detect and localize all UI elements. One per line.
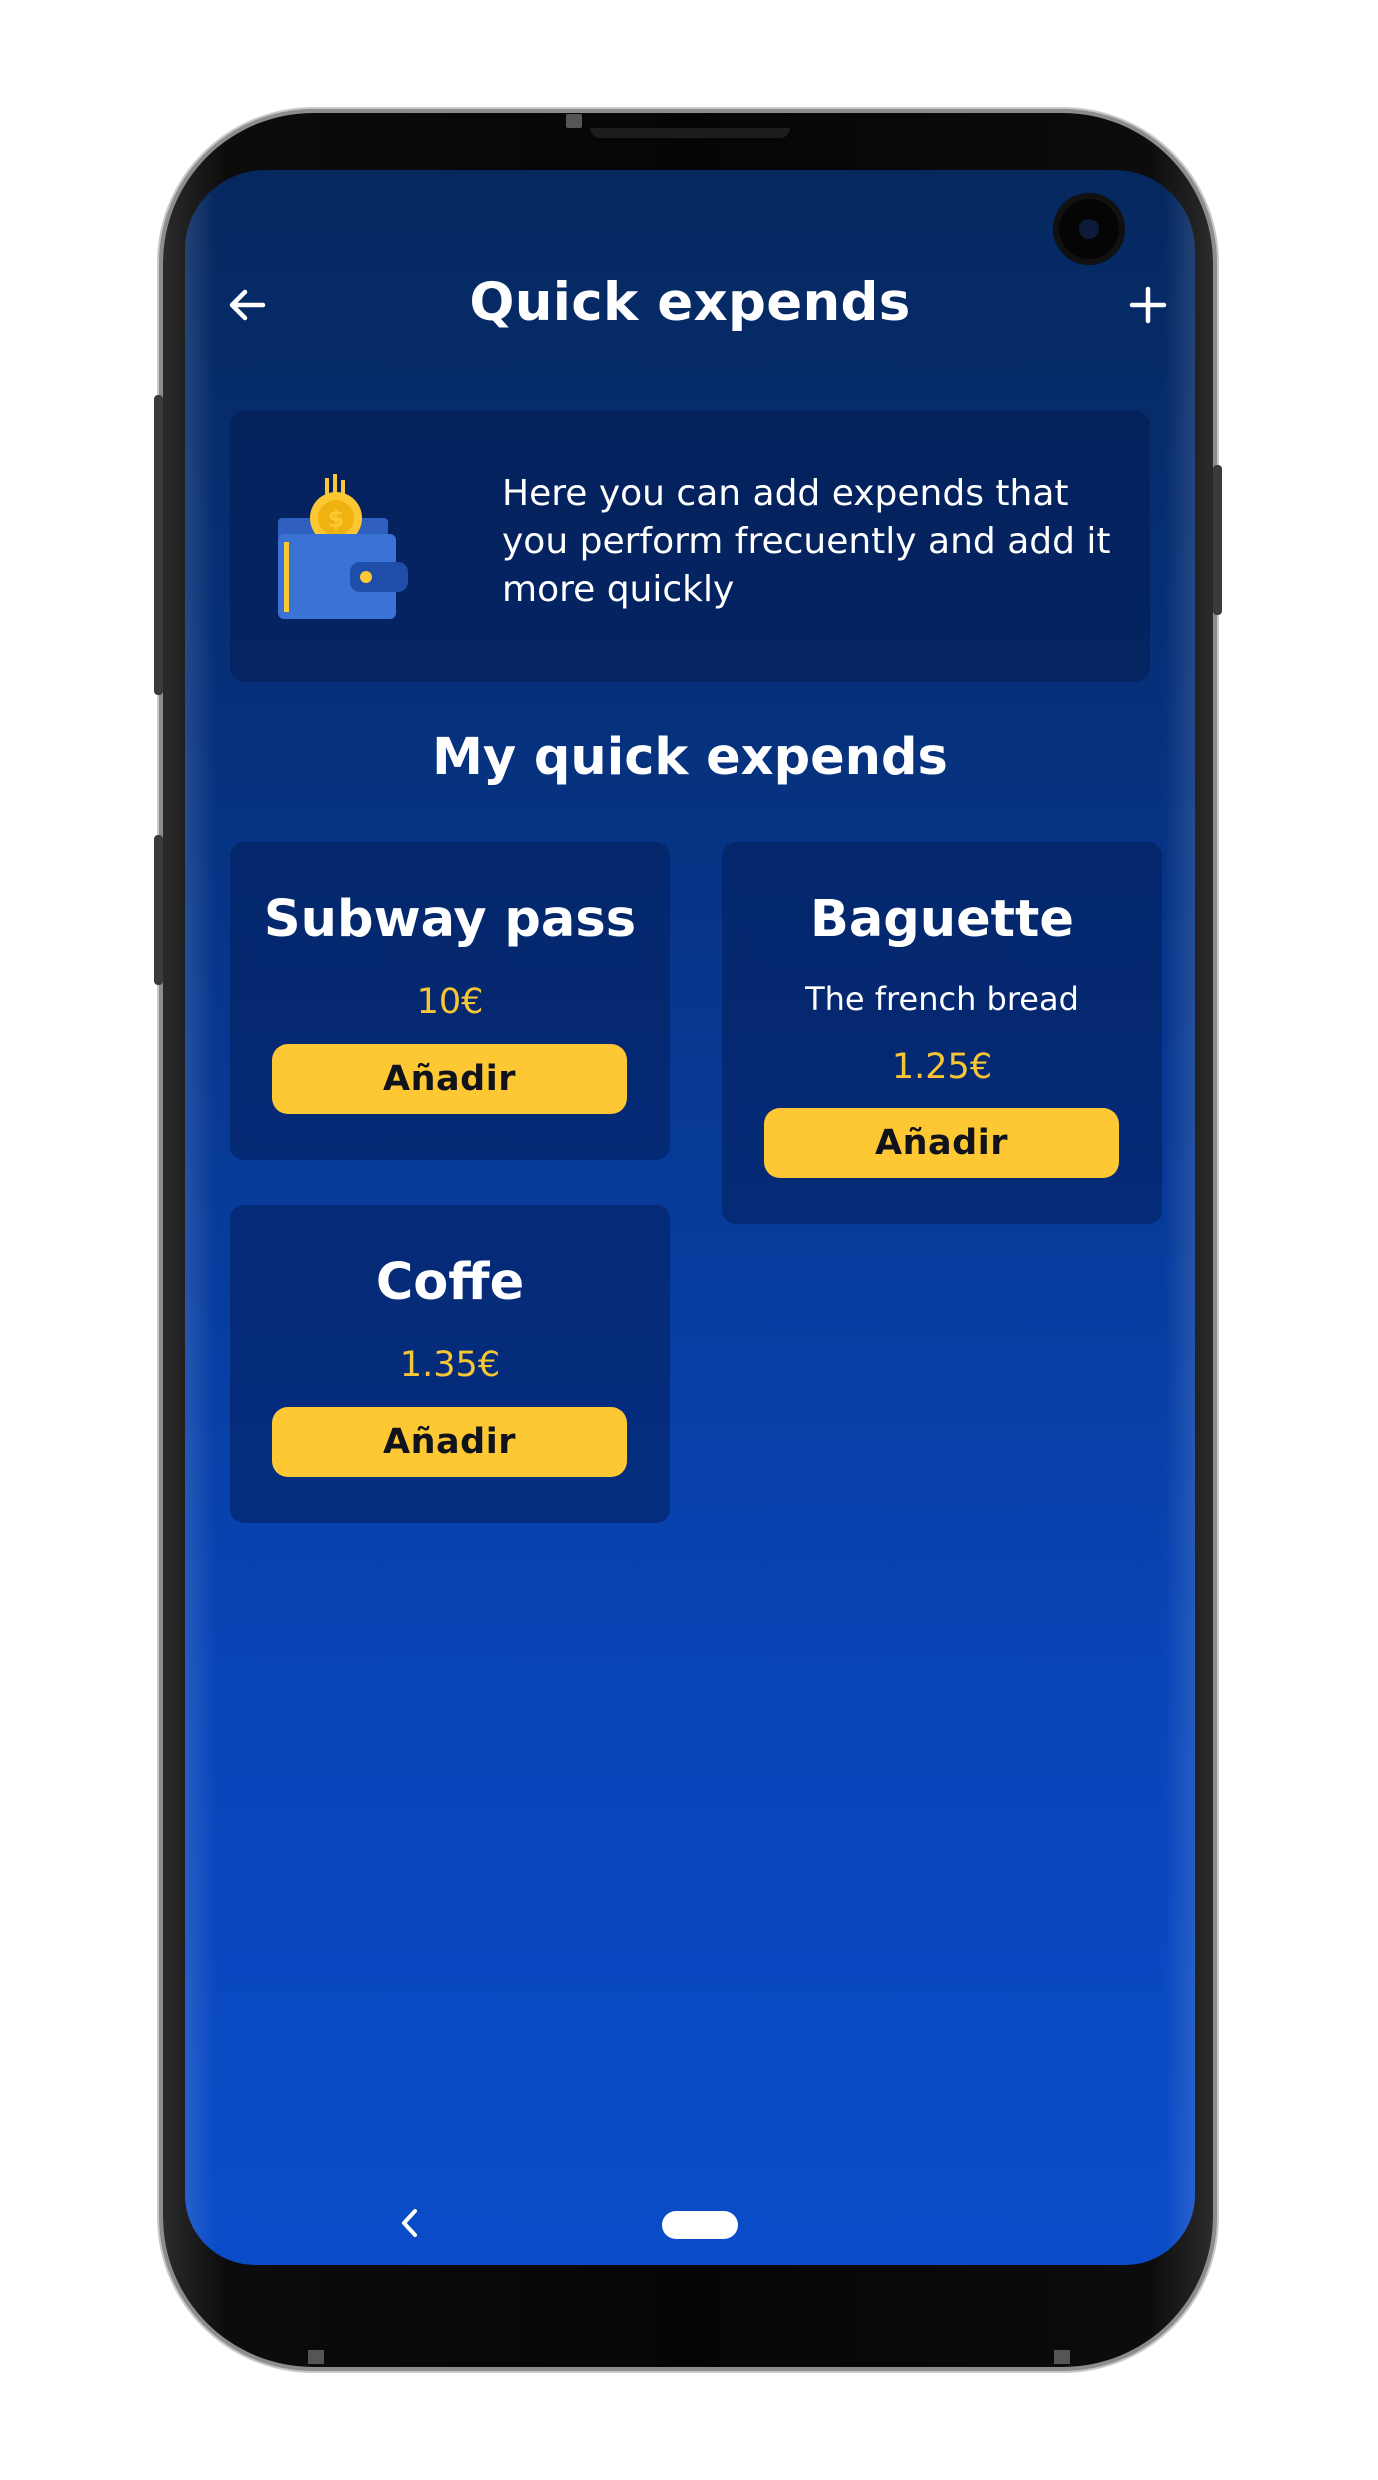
quick-expend-card: Baguette The french bread 1.25€ Añadir [722, 842, 1162, 1224]
add-quick-expend-button[interactable] [1123, 280, 1173, 330]
earpiece-speaker [590, 128, 790, 138]
quick-expend-card: Subway pass 10€ Añadir [230, 842, 670, 1160]
app-screen: Quick expends $ Here you can add expends… [185, 170, 1195, 2265]
bottom-antenna-line [1054, 2350, 1070, 2364]
add-expend-button[interactable]: Añadir [272, 1044, 627, 1114]
power-button [1213, 465, 1222, 615]
expend-price: 1.35€ [399, 1345, 501, 1385]
add-expend-button[interactable]: Añadir [764, 1108, 1119, 1178]
expend-name: Coffe [375, 1253, 525, 1312]
page-title: Quick expends [469, 272, 911, 333]
bixby-button [154, 835, 163, 985]
expend-price: 10€ [416, 982, 484, 1022]
expend-price: 1.25€ [891, 1047, 993, 1087]
info-card: $ Here you can add expends that you perf… [230, 410, 1150, 682]
expend-description: The french bread [805, 980, 1079, 1018]
top-antenna-line [566, 114, 582, 128]
system-home-button[interactable] [662, 2211, 738, 2239]
info-text: Here you can add expends that you perfor… [502, 473, 1111, 610]
add-expend-button[interactable]: Añadir [272, 1407, 627, 1477]
expend-name: Subway pass [263, 890, 637, 949]
chevron-left-icon [402, 2209, 417, 2237]
front-camera [1053, 193, 1125, 265]
volume-button [154, 395, 163, 695]
system-back-button[interactable] [395, 2203, 425, 2243]
wallet-coin-icon: $ [278, 474, 408, 619]
quick-expend-card: Coffe 1.35€ Añadir [230, 1205, 670, 1523]
svg-text:$: $ [328, 505, 345, 533]
bottom-antenna-line [308, 2350, 324, 2364]
section-title: My quick expends [432, 728, 948, 787]
plus-icon [1129, 286, 1167, 324]
expend-name: Baguette [809, 890, 1075, 949]
